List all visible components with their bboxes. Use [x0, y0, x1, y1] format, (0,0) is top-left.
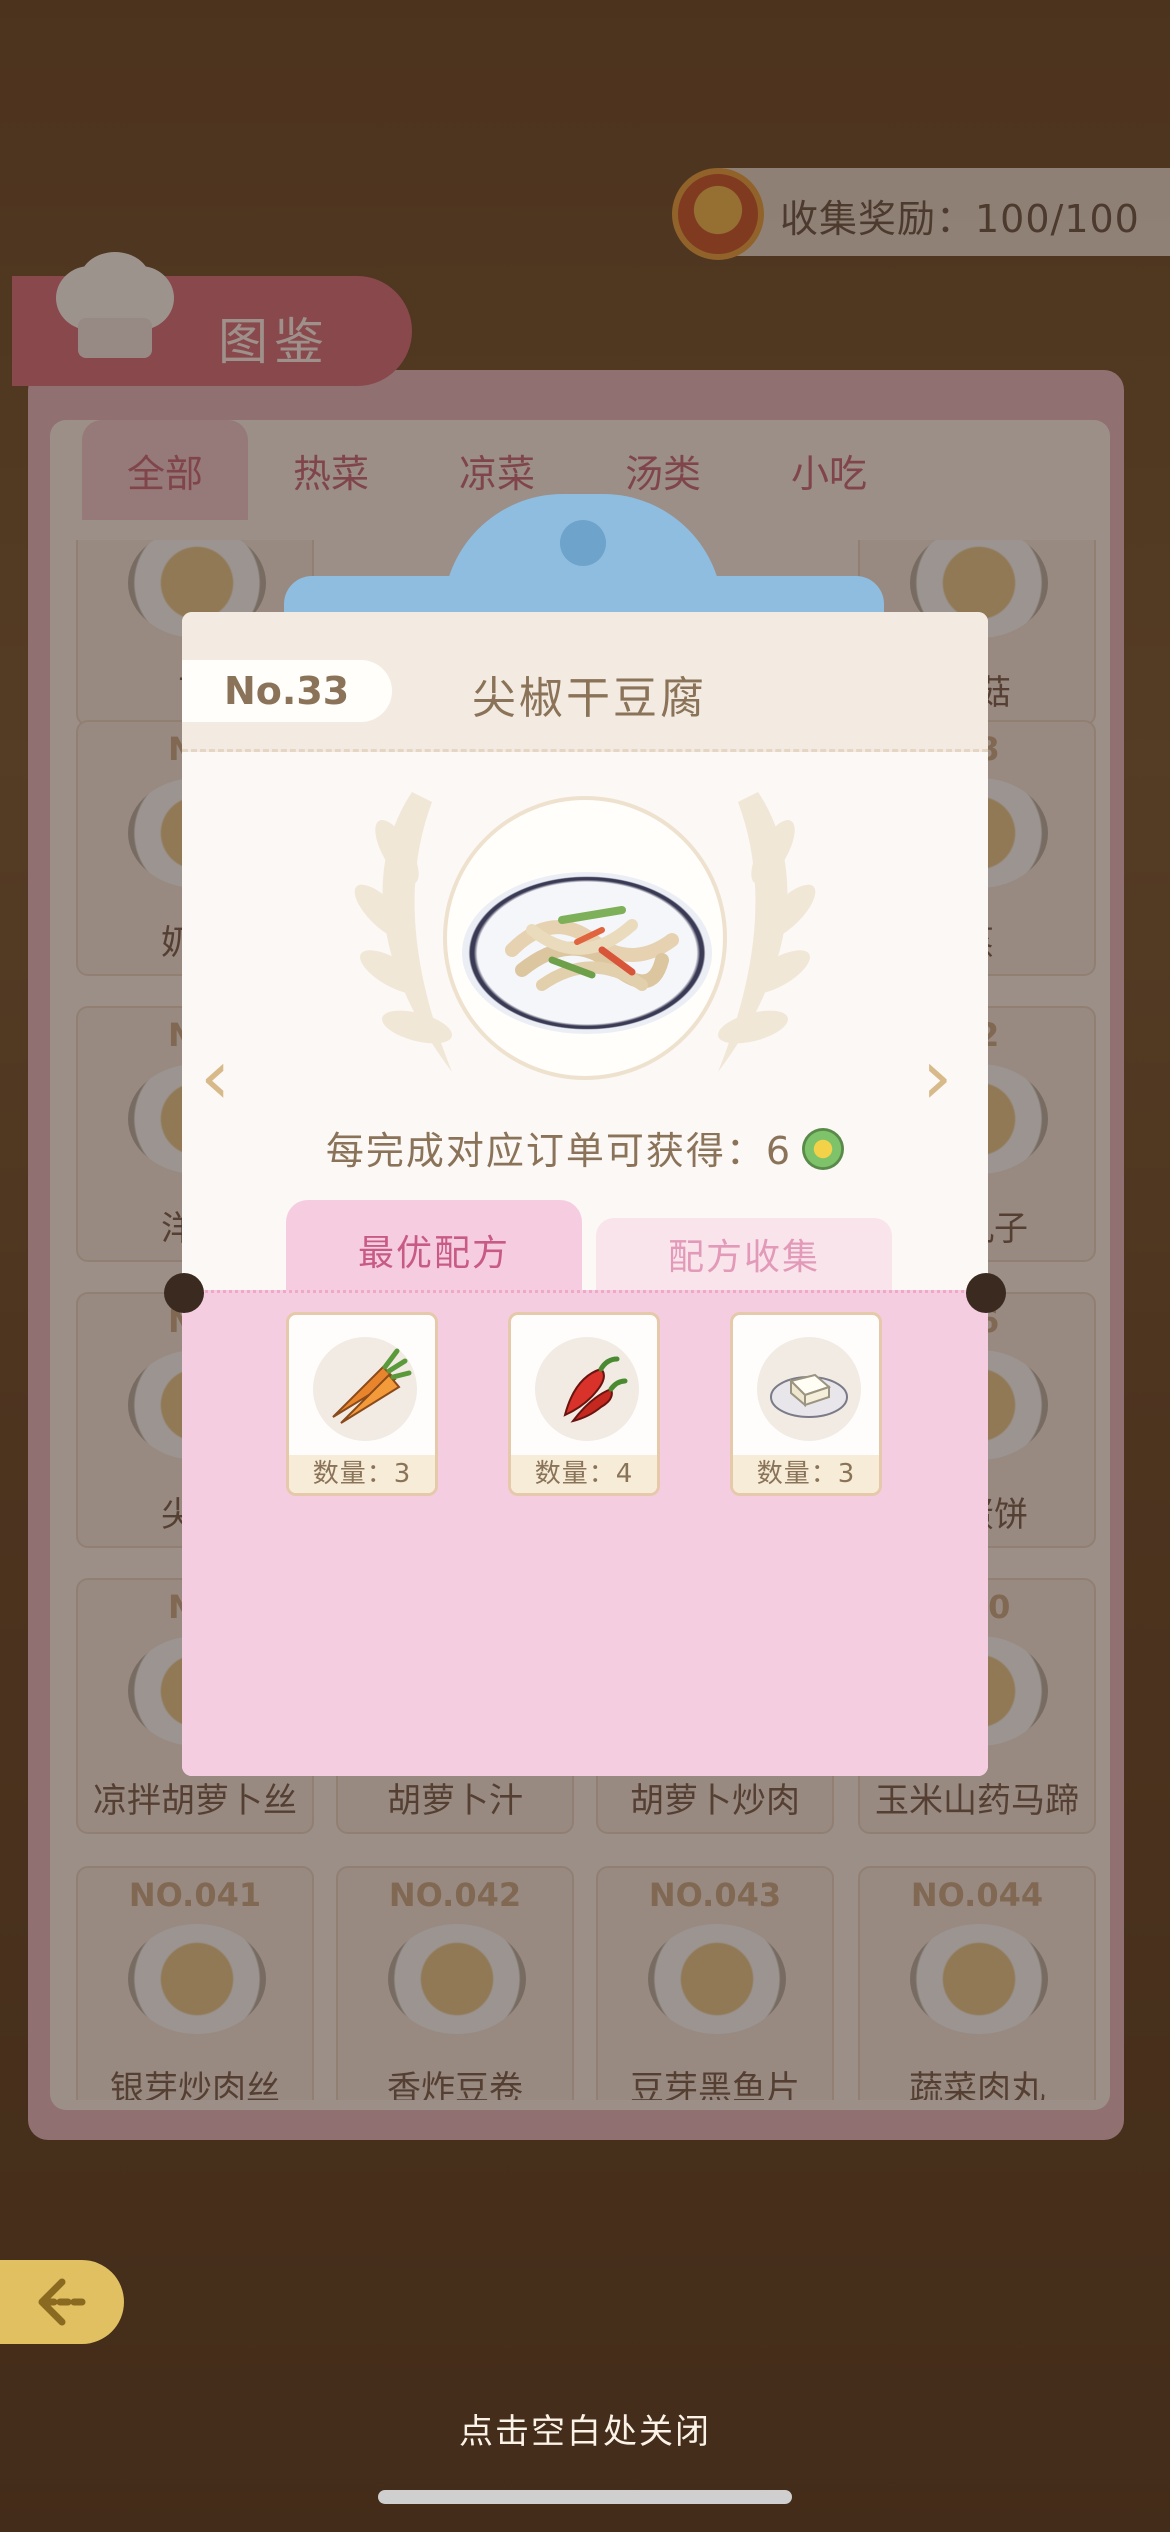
tab-recipe-collection[interactable]: 配方收集: [596, 1218, 892, 1290]
ingredient-quantity: 数量：3: [733, 1455, 879, 1493]
ticket-notch-left: [164, 1273, 204, 1313]
carrot-icon: [332, 1348, 412, 1424]
order-reward-text: 每完成对应订单可获得：6: [182, 1120, 988, 1175]
ingredient-card[interactable]: 数量：3: [286, 1312, 438, 1496]
back-arrow-icon: [38, 2278, 90, 2326]
ingredient-card[interactable]: 数量：4: [508, 1312, 660, 1496]
next-arrow-icon[interactable]: ›: [922, 1032, 952, 1121]
modal-header: No.33 尖椒干豆腐: [182, 612, 988, 752]
ingredient-quantity: 数量：4: [511, 1455, 657, 1493]
cloche-knob-dot: [560, 520, 606, 566]
home-indicator[interactable]: [378, 2490, 792, 2504]
ingredient-quantity: 数量：3: [289, 1455, 435, 1493]
recipe-detail-modal: No.33 尖椒干豆腐 ‹ › 每完成对应订单可获得：6 配方收集 最优配方: [182, 612, 988, 1776]
dish-title: 尖椒干豆腐: [472, 673, 707, 724]
previous-arrow-icon[interactable]: ‹: [200, 1032, 230, 1121]
back-button[interactable]: [0, 2260, 124, 2344]
tofu-noodle-dish-icon: [505, 906, 679, 991]
close-hint: 点击空白处关闭: [459, 2412, 711, 2452]
tab-best-recipe[interactable]: 最优配方: [286, 1200, 582, 1300]
order-reward-label: 每完成对应订单可获得：6: [325, 1129, 793, 1173]
chili-icon: [563, 1356, 628, 1423]
recipe-number-badge: No.33: [182, 660, 392, 722]
coin-icon: [802, 1128, 845, 1170]
tofu-icon: [770, 1373, 848, 1418]
ticket-notch-right: [966, 1273, 1006, 1313]
ingredient-card[interactable]: 数量：3: [730, 1312, 882, 1496]
